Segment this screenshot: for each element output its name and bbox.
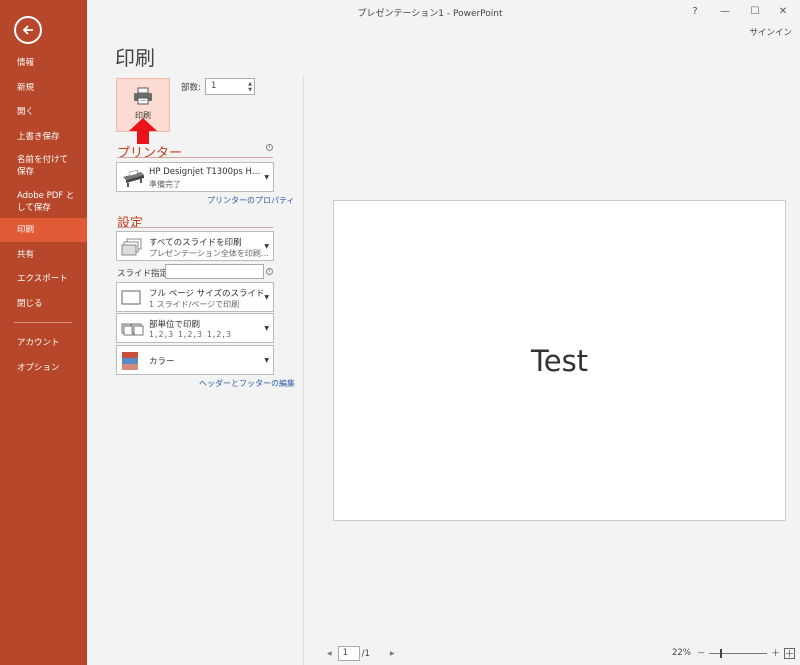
sidebar-item-open[interactable]: 開く xyxy=(0,105,87,119)
chevron-down-icon: ▼ xyxy=(264,325,269,332)
arrow-left-icon xyxy=(22,25,33,35)
sidebar-item-new[interactable]: 新規 xyxy=(0,81,87,95)
full-page-slide-icon xyxy=(121,290,141,305)
settings-heading-rule xyxy=(117,227,273,228)
layout-label: フル ページ サイズのスライド xyxy=(149,289,265,299)
sidebar-item-save-as[interactable]: 名前を付けて保存 xyxy=(0,153,87,179)
color-label: カラー xyxy=(149,357,175,367)
fit-to-window-icon[interactable] xyxy=(783,647,795,659)
copies-spinner[interactable]: ▲ ▼ xyxy=(248,79,252,94)
color-dropdown[interactable]: カラー ▼ xyxy=(116,345,274,375)
slides-info-icon[interactable]: i xyxy=(266,268,273,275)
sidebar-item-info[interactable]: 情報 xyxy=(0,56,87,70)
layout-dropdown[interactable]: フル ページ サイズのスライド 1 スライド/ページで印刷 ▼ xyxy=(116,282,274,312)
collate-icon xyxy=(121,323,144,336)
printer-info-icon[interactable]: i xyxy=(266,144,273,151)
printer-heading-rule xyxy=(117,157,273,158)
maximize-button[interactable]: ☐ xyxy=(743,2,767,20)
zoom-out-icon[interactable]: － xyxy=(697,647,706,659)
copies-label: 部数: xyxy=(181,83,201,93)
collate-dropdown[interactable]: 部単位で印刷 1,2,3 1,2,3 1,2,3 ▼ xyxy=(116,313,274,343)
signin-link[interactable]: サインイン xyxy=(749,26,792,38)
color-swatch-icon xyxy=(122,352,138,370)
slides-scope-label: すべてのスライドを印刷 xyxy=(149,238,242,248)
slides-scope-dropdown[interactable]: すべてのスライドを印刷 プレゼンテーション全体を印刷… ▼ xyxy=(116,231,274,261)
copies-input[interactable]: 1 ▲ ▼ xyxy=(205,78,255,95)
layout-sub: 1 スライド/ページで印刷 xyxy=(149,300,240,309)
minimize-icon: — xyxy=(720,5,730,17)
prev-page-icon[interactable]: ◀ xyxy=(327,650,332,657)
chevron-down-icon: ▼ xyxy=(264,357,269,364)
minimize-button[interactable]: — xyxy=(713,2,737,20)
slides-stack-icon xyxy=(121,238,142,256)
sidebar-divider xyxy=(14,322,72,323)
window-title: プレゼンテーション1 - PowerPoint xyxy=(357,9,503,19)
zoom-level[interactable]: 22% xyxy=(672,648,691,658)
zoom-in-icon[interactable]: ＋ xyxy=(771,647,780,659)
copies-value: 1 xyxy=(211,81,217,91)
settings-heading: 設定 xyxy=(117,216,144,231)
panel-divider xyxy=(303,76,304,665)
chevron-down-icon: ▼ xyxy=(264,174,269,181)
header-footer-link[interactable]: ヘッダーとフッターの編集 xyxy=(199,378,295,389)
zoom-slider-thumb[interactable] xyxy=(720,648,723,658)
slide-text: Test xyxy=(530,343,589,378)
zoom-control: 22% － ＋ xyxy=(672,647,795,659)
page-number-input[interactable]: 1 xyxy=(337,646,360,661)
annotation-arrow-icon xyxy=(129,118,157,144)
sidebar-item-save-as-pdf[interactable]: Adobe PDF として保存 xyxy=(0,189,87,215)
sidebar-item-print[interactable]: 印刷 xyxy=(0,218,87,242)
printer-heading: プリンター xyxy=(117,146,183,161)
slides-range-input[interactable] xyxy=(165,264,264,279)
help-button[interactable]: ? xyxy=(683,2,707,20)
backstage-sidebar: 情報 新規 開く 上書き保存 名前を付けて保存 Adobe PDF として保存 … xyxy=(0,0,87,665)
slides-range-label: スライド指定: xyxy=(117,269,171,279)
back-button[interactable] xyxy=(14,16,42,44)
page-title: 印刷 xyxy=(115,46,155,70)
collate-sub: 1,2,3 1,2,3 1,2,3 xyxy=(149,330,231,339)
slides-scope-sub: プレゼンテーション全体を印刷… xyxy=(149,249,269,258)
maximize-icon: ☐ xyxy=(750,5,760,17)
sidebar-item-share[interactable]: 共有 xyxy=(0,248,87,262)
close-icon: ✕ xyxy=(778,5,788,17)
sidebar-item-close[interactable]: 閉じる xyxy=(0,297,87,311)
printer-name: HP Designjet T1300ps H… xyxy=(149,167,261,177)
slide-preview: Test xyxy=(333,200,786,521)
chevron-down-icon: ▼ xyxy=(264,243,269,250)
printer-properties-link[interactable]: プリンターのプロパティ xyxy=(207,195,295,206)
sidebar-item-options[interactable]: オプション xyxy=(0,361,87,375)
spin-down-icon[interactable]: ▼ xyxy=(248,87,252,93)
collate-label: 部単位で印刷 xyxy=(149,320,201,330)
close-button[interactable]: ✕ xyxy=(771,2,795,20)
page-navigator: ◀ 1 /1 ▶ xyxy=(327,646,395,661)
page-total: /1 xyxy=(361,648,370,659)
sidebar-item-save[interactable]: 上書き保存 xyxy=(0,130,87,144)
printer-icon xyxy=(134,87,152,105)
printer-device-icon xyxy=(123,169,144,187)
help-icon: ? xyxy=(692,5,698,17)
printer-dropdown[interactable]: HP Designjet T1300ps H… 準備完了 ▼ xyxy=(116,162,274,192)
next-page-icon[interactable]: ▶ xyxy=(390,650,395,657)
sidebar-item-account[interactable]: アカウント xyxy=(0,336,87,350)
sidebar-item-export[interactable]: エクスポート xyxy=(0,272,87,286)
zoom-slider[interactable] xyxy=(709,648,768,658)
chevron-down-icon: ▼ xyxy=(264,294,269,301)
printer-status: 準備完了 xyxy=(149,180,181,189)
